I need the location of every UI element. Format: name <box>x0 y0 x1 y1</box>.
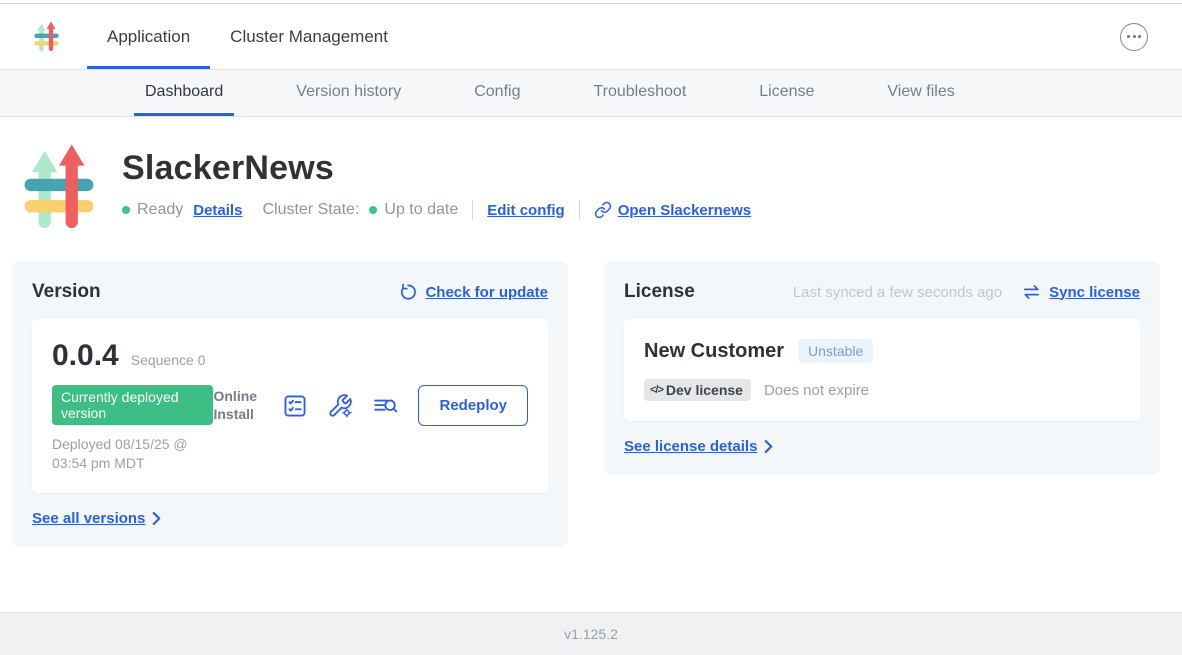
checklist-icon <box>282 393 308 419</box>
refresh-icon <box>398 283 417 302</box>
license-details-panel: New Customer Unstable </> Dev license Do… <box>624 319 1140 421</box>
version-card: Version Check for update 0.0.4 Sequence … <box>12 261 568 547</box>
app-status-text: Ready <box>137 201 183 219</box>
license-card-title: License <box>624 281 695 303</box>
link-icon <box>594 201 612 219</box>
slackernews-logo-icon <box>32 20 61 53</box>
app-status-row: Ready Details Cluster State: Up to date … <box>122 200 751 220</box>
console-footer: v1.125.2 <box>0 612 1182 655</box>
check-for-update-link[interactable]: Check for update <box>425 284 548 301</box>
tab-license[interactable]: License <box>748 70 825 116</box>
redeploy-button[interactable]: Redeploy <box>418 385 528 426</box>
brand-logo[interactable] <box>32 4 61 69</box>
log-search-icon <box>372 393 399 419</box>
tab-cluster-management[interactable]: Cluster Management <box>210 4 408 69</box>
configure-button[interactable] <box>327 393 353 419</box>
cluster-state-value: Up to date <box>384 201 458 219</box>
app-status-dot <box>122 206 130 214</box>
slackernews-app-icon <box>18 141 100 233</box>
top-header: Application Cluster Management <box>0 4 1182 70</box>
console-version: v1.125.2 <box>564 626 618 642</box>
overflow-menu-button[interactable] <box>1120 23 1148 51</box>
tab-version-history[interactable]: Version history <box>285 70 412 116</box>
last-synced-text: Last synced a few seconds ago <box>793 284 1002 301</box>
install-type-label: Online Install <box>213 388 263 423</box>
tab-application[interactable]: Application <box>87 4 210 69</box>
version-card-title: Version <box>32 281 101 303</box>
chevron-right-icon <box>764 440 773 453</box>
view-logs-button[interactable] <box>372 393 399 419</box>
app-heading: SlackerNews Ready Details Cluster State:… <box>0 117 1182 233</box>
sync-icon <box>1022 284 1041 300</box>
tab-dashboard[interactable]: Dashboard <box>134 70 234 116</box>
preflight-checks-button[interactable] <box>282 393 308 419</box>
dashboard-cards: Version Check for update 0.0.4 Sequence … <box>0 233 1182 547</box>
see-license-details-link[interactable]: See license details <box>624 438 757 455</box>
code-icon: </> <box>650 384 663 396</box>
see-all-versions-link[interactable]: See all versions <box>32 510 145 527</box>
chevron-right-icon <box>152 512 161 525</box>
edit-config-link[interactable]: Edit config <box>487 202 565 219</box>
current-version-panel: 0.0.4 Sequence 0 Currently deployed vers… <box>32 319 548 493</box>
license-card: License Last synced a few seconds ago Sy… <box>604 261 1160 475</box>
license-type-badge: </> Dev license <box>644 379 751 401</box>
open-app-link[interactable]: Open Slackernews <box>594 201 751 219</box>
sequence-label: Sequence 0 <box>131 352 206 368</box>
app-logo <box>18 141 100 233</box>
status-details-link[interactable]: Details <box>193 202 242 219</box>
tab-troubleshoot[interactable]: Troubleshoot <box>582 70 697 116</box>
customer-name: New Customer <box>644 340 784 363</box>
divider <box>579 200 580 220</box>
cluster-state-dot <box>369 206 377 214</box>
app-subnav: Dashboard Version history Config Trouble… <box>0 70 1182 117</box>
deployed-badge: Currently deployed version <box>52 385 213 425</box>
deployed-timestamp: Deployed 08/15/25 @ 03:54 pm MDT <box>52 435 213 473</box>
cluster-state-label: Cluster State: <box>262 201 359 219</box>
primary-nav: Application Cluster Management <box>87 4 408 69</box>
wrench-gear-icon <box>327 393 353 419</box>
page-title: SlackerNews <box>122 149 751 188</box>
channel-badge: Unstable <box>798 339 873 363</box>
divider <box>472 200 473 220</box>
sync-license-link[interactable]: Sync license <box>1049 284 1140 301</box>
license-expiry-text: Does not expire <box>764 382 869 399</box>
version-number: 0.0.4 <box>52 339 119 373</box>
ellipsis-icon <box>1127 35 1130 38</box>
tab-config[interactable]: Config <box>463 70 531 116</box>
tab-view-files[interactable]: View files <box>876 70 965 116</box>
